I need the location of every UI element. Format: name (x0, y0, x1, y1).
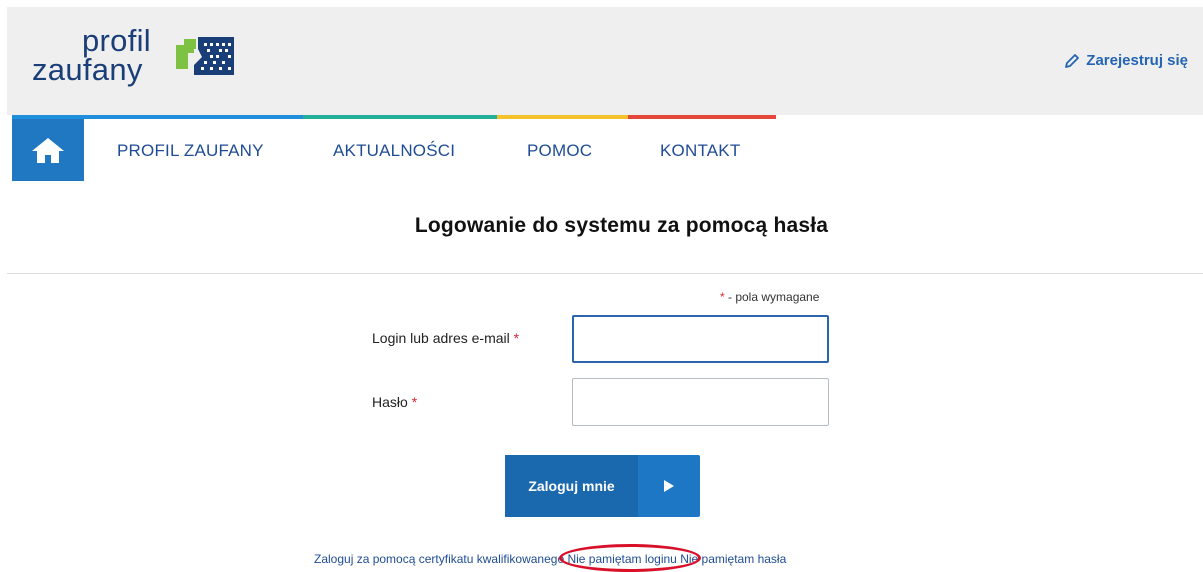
site-header: profil zaufany Zarejestruj się (7, 7, 1203, 115)
nav-item-profil-zaufany[interactable]: PROFIL ZAUFANY (117, 141, 264, 161)
pencil-icon (1065, 53, 1080, 68)
nav-item-aktualnosci[interactable]: AKTUALNOŚCI (333, 141, 455, 161)
password-label-text: Hasło (372, 394, 408, 410)
nav-item-kontakt[interactable]: KONTAKT (660, 141, 740, 161)
login-button[interactable]: Zaloguj mnie (505, 455, 700, 517)
home-button[interactable] (12, 119, 84, 181)
play-arrow-icon (638, 455, 700, 517)
nav-color-bar-red (628, 115, 776, 119)
nav-color-bar-teal (303, 115, 497, 119)
login-field-label: Login lub adres e-mail * (372, 330, 519, 346)
password-required-star: * (411, 394, 418, 410)
highlighted-link-wrapper: Nie pamiętam loginu (559, 544, 702, 572)
nav-color-bar-yellow (497, 115, 628, 119)
register-label: Zarejestruj się (1086, 52, 1188, 69)
red-highlight-ellipse (559, 544, 702, 572)
page-title: Logowanie do systemu za pomocą hasła (414, 214, 829, 237)
password-input[interactable] (572, 378, 829, 426)
profil-zaufany-logo[interactable]: profil zaufany (32, 25, 254, 99)
nav-item-pomoc[interactable]: POMOC (527, 141, 592, 161)
login-required-star: * (513, 330, 520, 346)
logo-text-line2: zaufany (32, 52, 143, 87)
required-note-text: - pola wymagane (724, 290, 820, 304)
title-divider (7, 273, 1203, 274)
login-button-label: Zaloguj mnie (505, 455, 638, 517)
home-icon (32, 138, 64, 163)
logo-mark-icon (176, 37, 234, 75)
login-input[interactable] (572, 315, 829, 363)
password-field-label: Hasło * (372, 394, 417, 410)
register-link[interactable]: Zarejestruj się (1064, 52, 1188, 69)
login-label-text: Login lub adres e-mail (372, 330, 510, 346)
required-fields-note: * - pola wymagane (720, 290, 819, 304)
certificate-login-link[interactable]: Zaloguj za pomocą certyfikatu kwalifikow… (314, 552, 564, 566)
alternative-login-links: Zaloguj za pomocą certyfikatu kwalifikow… (314, 544, 786, 572)
